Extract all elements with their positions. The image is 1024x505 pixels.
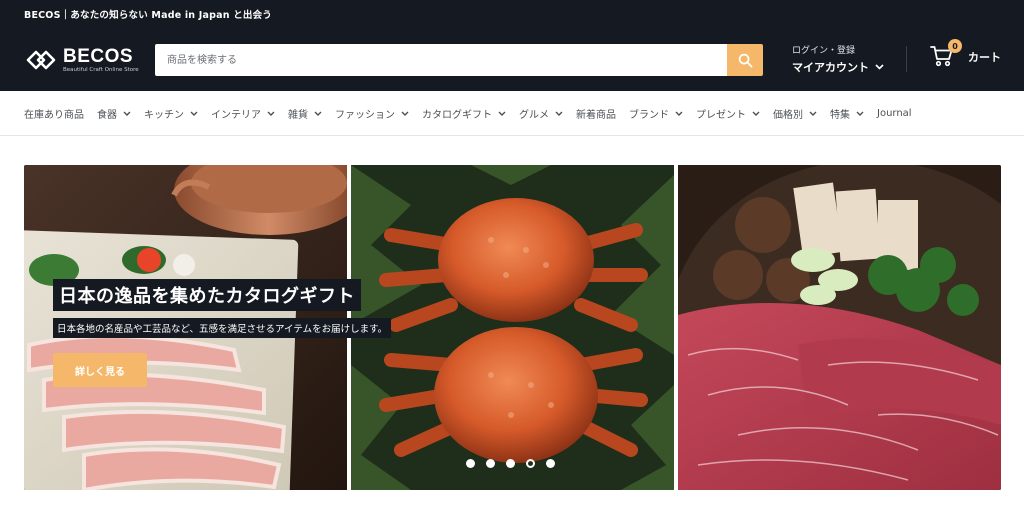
main-nav: 在庫あり商品 食器 キッチン インテリア 雑貨 ファッション カタログギフト グ… [0,91,1024,136]
chevron-down-icon [875,64,884,70]
nav-label: プレゼント [696,109,746,121]
nav-label: インテリア [211,109,261,121]
chevron-down-icon [498,111,506,116]
learn-more-button[interactable]: 詳しく見る [53,353,147,387]
slide-dot[interactable] [546,459,555,468]
announcement-text: BECOS｜あなたの知らない Made in Japan と出会う [24,10,272,21]
site-header: BECOS Beautiful Craft Online Store ログイン・… [0,28,1024,91]
nav-item-tableware[interactable]: 食器 [97,106,131,121]
chevron-down-icon [314,111,322,116]
nav-label: 雑貨 [288,109,308,121]
slide-dot[interactable] [506,459,515,468]
slide-dot-active[interactable] [526,459,535,468]
header-divider [906,46,907,72]
nav-label: 価格別 [773,109,803,121]
nav-item-in-stock[interactable]: 在庫あり商品 [24,106,84,121]
becos-logo-icon [26,50,56,69]
slideshow-pagination [466,459,555,468]
wagyu-beef-image [678,165,1001,490]
nav-item-presents[interactable]: プレゼント [696,106,760,121]
chevron-down-icon [555,111,563,116]
chevron-down-icon [675,111,683,116]
cart-button[interactable]: 0 カート [930,39,1001,69]
login-register-link[interactable]: ログイン・登録 [792,43,884,56]
chevron-down-icon [123,111,131,116]
nav-label: キッチン [144,109,184,121]
search-bar [155,44,763,76]
slide-dot[interactable] [466,459,475,468]
logo-name: BECOS [63,45,134,67]
slide-dot[interactable] [486,459,495,468]
nav-label: Journal [877,107,912,119]
nav-label: 新着商品 [576,109,616,121]
chevron-down-icon [752,111,760,116]
hero-subtitle: 日本各地の名産品や工芸品など、五感を満足させるアイテムをお届けします。 [53,318,392,338]
my-account-label: マイアカウント [792,61,869,74]
account-menu[interactable]: ログイン・登録 マイアカウント [792,43,884,75]
nav-item-goods[interactable]: 雑貨 [288,106,322,121]
chevron-down-icon [809,111,817,116]
announcement-bar: BECOS｜あなたの知らない Made in Japan と出会う [0,0,1024,28]
chevron-down-icon [190,111,198,116]
nav-item-by-price[interactable]: 価格別 [773,106,817,121]
nav-item-kitchen[interactable]: キッチン [144,106,198,121]
hairy-crabs-image [351,165,674,490]
nav-label: 食器 [97,109,117,121]
nav-label: ブランド [629,109,669,121]
search-icon [738,53,752,67]
nav-item-fashion[interactable]: ファッション [335,106,409,121]
cart-label: カート [968,51,1001,64]
logo-tagline: Beautiful Craft Online Store [63,66,139,73]
hero-title: 日本の逸品を集めたカタログギフト [53,279,361,311]
nav-item-new-arrivals[interactable]: 新着商品 [576,106,616,121]
nav-label: グルメ [519,109,549,121]
my-account-dropdown[interactable]: マイアカウント [792,59,884,75]
cart-count-badge: 0 [948,39,962,53]
chevron-down-icon [267,111,275,116]
nav-item-catalog-gift[interactable]: カタログギフト [422,106,506,121]
search-input[interactable] [155,44,727,76]
nav-label: 特集 [830,109,850,121]
nav-label: カタログギフト [422,109,492,121]
nav-item-interior[interactable]: インテリア [211,106,275,121]
logo[interactable]: BECOS Beautiful Craft Online Store [24,43,155,77]
nav-item-journal[interactable]: Journal [877,108,912,119]
chevron-down-icon [856,111,864,116]
nav-item-brands[interactable]: ブランド [629,106,683,121]
search-button[interactable] [727,44,763,76]
nav-item-features[interactable]: 特集 [830,106,864,121]
nav-label: 在庫あり商品 [24,109,84,121]
nav-label: ファッション [335,109,395,121]
nav-item-gourmet[interactable]: グルメ [519,106,563,121]
chevron-down-icon [401,111,409,116]
